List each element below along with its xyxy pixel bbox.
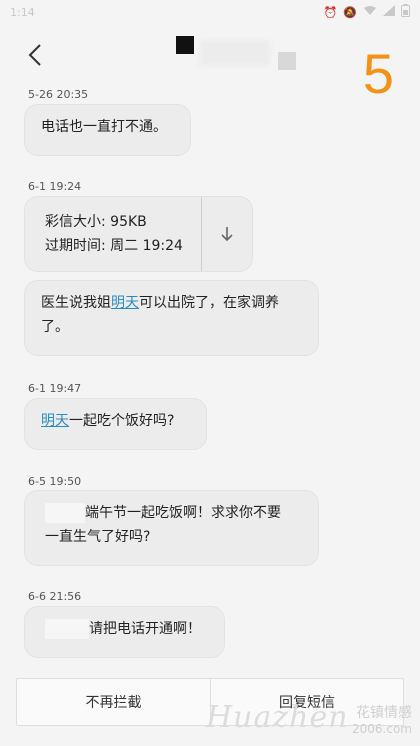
redacted-name: [45, 503, 85, 523]
status-time: 1:14: [10, 5, 35, 19]
alarm-icon: ⏰: [323, 5, 338, 19]
wifi-icon: [363, 5, 377, 19]
message-bubble[interactable]: 端午节一起吃饭啊！求求你不要 一直生气了好吗?: [24, 490, 319, 566]
date-link[interactable]: 明天: [41, 413, 69, 429]
message-text: 电话也一直打不通。: [41, 119, 167, 135]
step-number: 5: [362, 42, 394, 105]
back-button[interactable]: [18, 38, 52, 72]
mms-bubble[interactable]: 彩信大小: 95KB 过期时间: 周二 19:24: [24, 196, 253, 272]
message-text: 一起吃个饭好吗?: [69, 413, 175, 429]
date-link[interactable]: 明天: [111, 295, 139, 311]
reply-sms-button[interactable]: 回复短信: [211, 678, 404, 726]
message-timestamp: 6-1 19:24: [28, 180, 82, 193]
status-icons: ⏰ 🔕: [324, 4, 410, 20]
message-bubble[interactable]: 请把电话开通啊！: [24, 606, 225, 658]
conversation-header: 5: [0, 24, 420, 102]
redacted-name: [45, 619, 89, 639]
mms-expire: 过期时间: 周二 19:24: [45, 238, 183, 254]
message-text: 请把电话开通啊！: [89, 621, 201, 637]
message-timestamp: 5-26 20:35: [28, 88, 89, 101]
message-timestamp: 6-5 19:50: [28, 475, 82, 488]
chevron-left-icon: [28, 44, 41, 66]
download-arrow-icon: [221, 227, 233, 242]
message-text: 了。: [41, 319, 69, 335]
message-text: 医生说我姐: [41, 295, 111, 311]
message-text: 一直生气了好吗?: [45, 529, 151, 545]
mms-info: 彩信大小: 95KB 过期时间: 周二 19:24: [25, 197, 201, 271]
mute-icon: 🔕: [343, 5, 357, 19]
message-bubble[interactable]: 明天一起吃个饭好吗?: [24, 398, 207, 450]
signal-icon: [383, 5, 395, 19]
message-bubble[interactable]: 医生说我姐明天可以出院了，在家调养 了。: [24, 280, 319, 356]
status-bar: 1:14 ⏰ 🔕: [0, 0, 420, 24]
message-text: 端午节一起吃饭啊！求求你不要: [85, 505, 281, 521]
unblock-button[interactable]: 不再拦截: [16, 678, 211, 726]
message-text: 可以出院了，在家调养: [139, 295, 279, 311]
download-button[interactable]: [202, 197, 252, 271]
contact-name-redacted: [172, 36, 302, 70]
message-timestamp: 6-1 19:47: [28, 382, 82, 395]
bottom-action-bar: 不再拦截 回复短信: [0, 664, 420, 746]
battery-icon: [401, 4, 410, 20]
mms-size: 彩信大小: 95KB: [45, 214, 147, 230]
message-bubble[interactable]: 电话也一直打不通。: [24, 104, 191, 156]
message-timestamp: 6-6 21:56: [28, 590, 82, 603]
